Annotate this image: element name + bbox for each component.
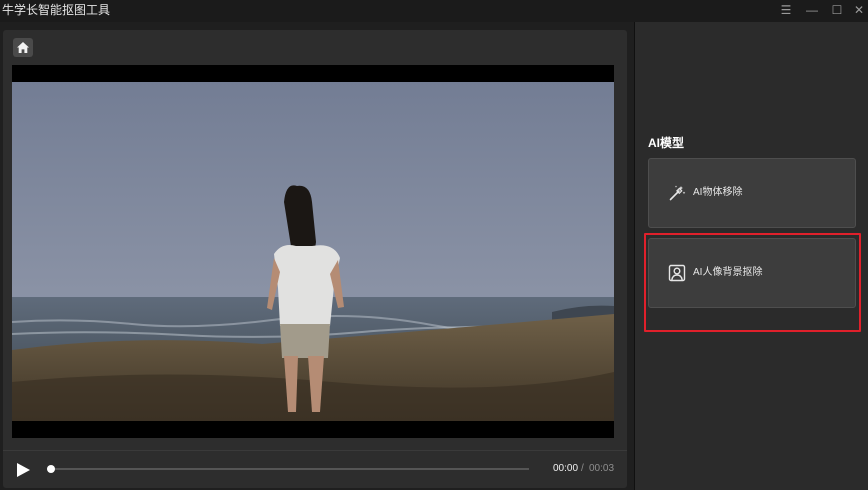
menu-icon[interactable]: ☰ [777, 2, 795, 18]
total-time: 00:03 [589, 463, 615, 474]
close-icon[interactable]: ✕ [850, 2, 868, 18]
preview-panel: 00:00 / 00:03 [3, 30, 627, 488]
home-button[interactable] [13, 38, 33, 57]
model-panel: AI模型 AI物体移除 AI人像背景抠除 [635, 22, 868, 490]
time-separator: / [581, 463, 584, 474]
video-frame-image [12, 82, 614, 421]
ai-object-removal-label: AI物体移除 [693, 187, 743, 198]
current-time: 00:00 [553, 463, 579, 474]
progress-handle[interactable] [47, 465, 55, 473]
maximize-icon[interactable]: ☐ [828, 2, 846, 18]
play-icon[interactable] [15, 462, 31, 478]
ai-object-removal-button[interactable]: AI物体移除 [648, 158, 856, 228]
video-preview[interactable] [12, 65, 614, 438]
progress-bar[interactable] [47, 465, 529, 473]
app-title: 牛学长智能抠图工具 [2, 3, 111, 17]
section-title: AI模型 [648, 136, 685, 150]
playback-controls: 00:00 / 00:03 [3, 450, 627, 488]
home-icon [17, 42, 29, 53]
magic-wand-icon [669, 185, 686, 201]
title-bar: 牛学长智能抠图工具 ☰ — ☐ ✕ [0, 0, 868, 22]
ai-portrait-background-removal-label: AI人像背景抠除 [693, 267, 763, 278]
ai-portrait-background-removal-button[interactable]: AI人像背景抠除 [648, 238, 856, 308]
portrait-icon [668, 264, 686, 282]
minimize-icon[interactable]: — [803, 2, 821, 18]
